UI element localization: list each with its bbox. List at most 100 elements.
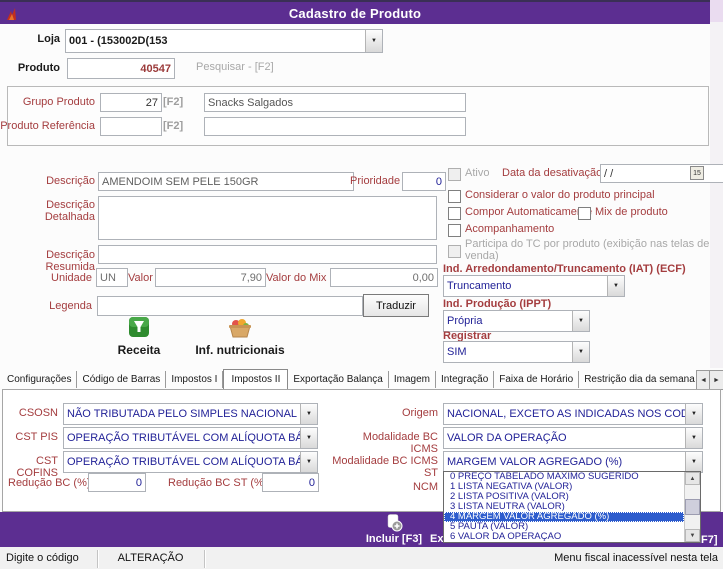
- tab-exportacao-balanca[interactable]: Exportação Balança: [288, 371, 389, 388]
- tab-impostos-2[interactable]: Impostos II: [223, 369, 289, 389]
- valor-value: 7,90: [240, 271, 262, 284]
- inf-nutricionais-label[interactable]: Inf. nutricionais: [193, 343, 287, 357]
- descricao-detalhada-textarea[interactable]: [98, 196, 437, 240]
- descricao-detalhada-label: Descrição Detalhada: [44, 199, 95, 223]
- loja-value: 001 - (153002D(153: [69, 35, 168, 47]
- mod-bc-icms-st-combo[interactable]: MARGEM VALOR AGREGADO (%) ▼: [443, 451, 703, 473]
- chevron-down-icon[interactable]: ▼: [300, 452, 317, 472]
- cst-pis-combo[interactable]: OPERAÇÃO TRIBUTÁVEL COM ALÍQUOTA BÁSICA …: [63, 427, 318, 449]
- dropdown-option[interactable]: 1 LISTA NEGATIVA (VALOR): [444, 482, 684, 492]
- reducao-bc-st-value: 0: [308, 476, 315, 489]
- tab-faixa-de-horario[interactable]: Faixa de Horário: [494, 371, 580, 388]
- valor-mix-input[interactable]: 0,00: [330, 268, 438, 287]
- produto-label: Produto: [17, 62, 60, 74]
- grupo-produto-code: 27: [145, 96, 158, 109]
- produto-input[interactable]: 40547: [67, 58, 175, 79]
- cst-cofins-combo[interactable]: OPERAÇÃO TRIBUTÁVEL COM ALÍQUOTA BÁSICA …: [63, 451, 318, 473]
- grupo-f2-hint: [F2]: [163, 96, 184, 108]
- tab-strip: Configurações Código de Barras Impostos …: [2, 367, 696, 389]
- ncm-label: NCM: [412, 481, 438, 493]
- f7-button-partial[interactable]: F7]: [701, 534, 718, 546]
- valor-input[interactable]: 7,90: [155, 268, 266, 287]
- excluir-button-partial[interactable]: Ex: [430, 533, 443, 545]
- traduzir-button[interactable]: Traduzir: [363, 294, 429, 317]
- window-edge-top: [710, 0, 723, 22]
- tab-integracao[interactable]: Integração: [436, 371, 495, 388]
- nutrition-basket-icon[interactable]: [227, 317, 253, 338]
- chevron-down-icon[interactable]: ▼: [685, 452, 702, 472]
- chevron-down-icon[interactable]: ▼: [572, 311, 589, 331]
- prioridade-input[interactable]: 0: [402, 172, 446, 191]
- chevron-down-icon[interactable]: ▼: [685, 428, 702, 448]
- origem-combo[interactable]: NACIONAL, EXCETO AS INDICADAS NOS CODIGO…: [443, 403, 703, 425]
- valor-mix-value: 0,00: [412, 271, 434, 284]
- acompanhamento-checkbox[interactable]: [448, 224, 461, 237]
- chevron-down-icon[interactable]: ▼: [685, 404, 702, 424]
- tab-scroll-right-icon[interactable]: ►: [709, 370, 723, 390]
- grupo-produto-nome-input[interactable]: Snacks Salgados: [204, 93, 466, 112]
- status-left: Digite o código: [6, 552, 79, 564]
- csosn-label: CSOSN: [18, 407, 58, 419]
- registrar-combo[interactable]: SIM ▼: [443, 341, 590, 363]
- descricao-input[interactable]: AMENDOIM SEM PELE 150GR: [98, 172, 354, 191]
- origem-label: Origem: [401, 407, 438, 419]
- compor-checkbox[interactable]: [448, 207, 461, 220]
- csosn-combo[interactable]: NÃO TRIBUTADA PELO SIMPLES NACIONAL ▼: [63, 403, 318, 425]
- incluir-icon[interactable]: [385, 514, 403, 532]
- mix-produto-label: Mix de produto: [595, 206, 668, 218]
- produto-referencia-code-input[interactable]: [100, 117, 162, 136]
- dropdown-option[interactable]: 5 PAUTA (VALOR): [444, 522, 684, 532]
- tab-restricao-dia-semana[interactable]: Restrição dia da semana: [579, 371, 696, 388]
- iat-combo[interactable]: Truncamento ▼: [443, 275, 625, 297]
- data-desativacao-input[interactable]: / /: [600, 164, 723, 183]
- chevron-down-icon[interactable]: ▼: [300, 404, 317, 424]
- tab-impostos-1[interactable]: Impostos I: [166, 371, 224, 388]
- reducao-bc-input[interactable]: 0: [88, 473, 146, 492]
- incluir-button[interactable]: Incluir [F3]: [352, 533, 436, 545]
- dropdown-option[interactable]: 6 VALOR DA OPERAÇÃO: [444, 532, 684, 542]
- mod-bc-icms-combo[interactable]: VALOR DA OPERAÇÃO ▼: [443, 427, 703, 449]
- legenda-input[interactable]: [97, 296, 363, 316]
- receita-icon[interactable]: [128, 316, 150, 338]
- scroll-down-icon[interactable]: ▼: [685, 529, 700, 542]
- chevron-down-icon[interactable]: ▼: [300, 428, 317, 448]
- reducao-bc-st-input[interactable]: 0: [262, 473, 319, 492]
- mod-bc-icms-st-value: MARGEM VALOR AGREGADO (%): [447, 456, 623, 468]
- dropdown-scrollbar[interactable]: ▲ ▼: [684, 472, 700, 542]
- ativo-checkbox[interactable]: [448, 168, 461, 181]
- unidade-input[interactable]: UN: [96, 268, 128, 287]
- receita-label[interactable]: Receita: [103, 343, 175, 357]
- title-bar: Cadastro de Produto: [0, 0, 710, 24]
- grupo-produto-code-input[interactable]: 27: [100, 93, 162, 112]
- scroll-up-icon[interactable]: ▲: [685, 472, 700, 485]
- considerar-checkbox[interactable]: [448, 190, 461, 203]
- dropdown-option[interactable]: 0 PREÇO TABELADO MÁXIMO SUGERIDO: [444, 472, 684, 482]
- compor-label: Compor Automaticamente: [465, 206, 593, 218]
- cadastro-produto-window: Cadastro de Produto Loja 001 - (153002D(…: [0, 0, 723, 569]
- ippt-combo[interactable]: Própria ▼: [443, 310, 590, 332]
- mix-produto-checkbox[interactable]: [578, 207, 591, 220]
- ippt-value: Própria: [447, 315, 483, 327]
- chevron-down-icon[interactable]: ▼: [572, 342, 589, 362]
- considerar-label: Considerar o valor do produto principal: [465, 189, 655, 201]
- tab-imagem[interactable]: Imagem: [389, 371, 436, 388]
- participa-tc-checkbox[interactable]: [448, 245, 461, 258]
- loja-label: Loja: [37, 33, 60, 45]
- calendar-icon[interactable]: 15: [690, 166, 704, 180]
- unidade-value: UN: [100, 271, 116, 284]
- pesquisar-hint: Pesquisar - [F2]: [196, 61, 274, 73]
- scrollbar-thumb[interactable]: [685, 499, 700, 515]
- chevron-down-icon[interactable]: ▼: [365, 30, 382, 52]
- dropdown-option[interactable]: 3 LISTA NEUTRA (VALOR): [444, 502, 684, 512]
- prioridade-label: Prioridade: [350, 175, 401, 187]
- descricao-resumida-input[interactable]: [98, 245, 437, 264]
- data-desativacao-value: / /: [604, 167, 614, 180]
- tab-configuracoes[interactable]: Configurações: [2, 371, 78, 388]
- loja-combo[interactable]: 001 - (153002D(153 ▼: [65, 29, 383, 53]
- chevron-down-icon[interactable]: ▼: [607, 276, 624, 296]
- dropdown-option-selected[interactable]: 4 MARGEM VALOR AGREGADO (%): [444, 512, 684, 522]
- produto-referencia-nome-input[interactable]: [204, 117, 466, 136]
- status-bar: Digite o código ALTERAÇÃO Menu fiscal in…: [0, 545, 723, 569]
- tab-codigo-de-barras[interactable]: Código de Barras: [77, 371, 167, 388]
- dropdown-option[interactable]: 2 LISTA POSITIVA (VALOR): [444, 492, 684, 502]
